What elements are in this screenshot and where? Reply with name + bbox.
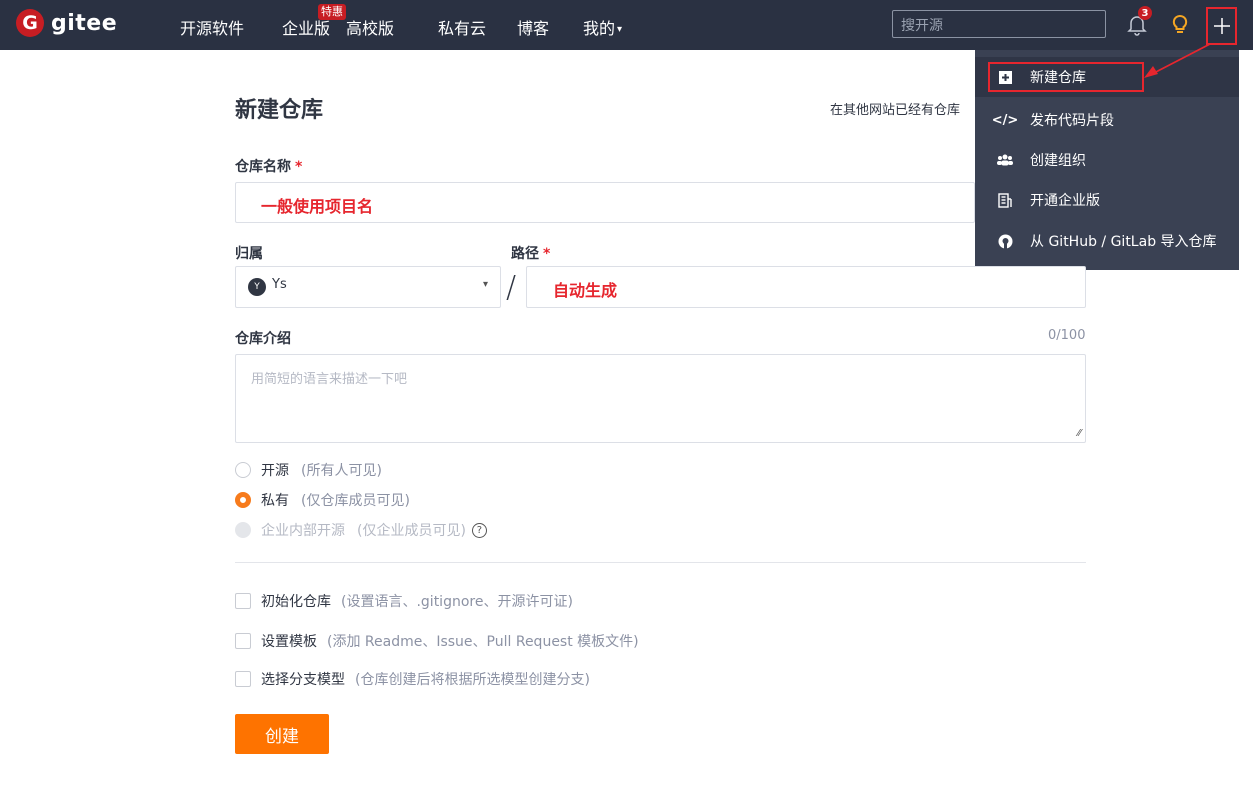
repo-name-label-text: 仓库名称 [235,159,291,175]
description-label: 仓库介绍 [235,331,291,347]
checkbox[interactable] [235,633,251,649]
annotation-arrow-icon [1144,43,1211,78]
create-button[interactable]: 创建 [235,714,329,754]
repo-name-label: 仓库名称 * [235,156,302,176]
repo-name-annotation: 一般使用项目名 [261,197,374,216]
checkbox[interactable] [235,671,251,687]
page-title: 新建仓库 [235,98,324,123]
resize-handle-icon[interactable]: ⁄⁄ [1078,428,1081,439]
nav-private-cloud[interactable]: 私有云 [438,15,486,39]
option-label: 初始化仓库 [261,594,331,610]
path-label: 路径 * [511,243,550,263]
owner-label: 归属 [235,246,263,262]
owner-select[interactable]: Y Ys ▾ [235,266,501,308]
option-hint: (仓库创建后将根据所选模型创建分支) [355,672,590,688]
nav-opensource[interactable]: 开源软件 [180,15,244,39]
nav-university[interactable]: 高校版 [346,15,394,39]
description-placeholder: 用简短的语言来描述一下吧 [251,372,408,387]
path-label-text: 路径 [511,246,539,262]
owner-name: Ys [272,277,287,292]
nav-mine[interactable]: 我的 ▾ [583,15,622,39]
option-init-repo[interactable]: 初始化仓库 (设置语言、.gitignore、开源许可证) [235,591,573,611]
description-counter: 0/100 [1048,328,1086,343]
menu-item-label: 发布代码片段 [1030,113,1114,129]
radio-public[interactable]: 开源 (所有人可见) [235,460,382,480]
repo-name-input[interactable]: 一般使用项目名 [235,182,975,223]
annotation-highlight-box [988,62,1144,92]
radio-private[interactable]: 私有 (仅仓库成员可见) [235,490,410,510]
path-annotation: 自动生成 [553,281,618,300]
menu-item-label: 开通企业版 [1030,193,1100,209]
path-input[interactable]: 自动生成 [526,266,1086,308]
radio-button-checked[interactable] [235,492,251,508]
radio-hint: (所有人可见) [301,463,382,479]
required-mark: * [295,159,303,175]
section-divider [235,562,1086,563]
checkbox[interactable] [235,593,251,609]
import-repo-hint[interactable]: 在其他网站已经有仓库 [830,99,974,118]
promo-badge: 特惠 [318,4,346,20]
option-hint: (设置语言、.gitignore、开源许可证) [341,594,573,610]
menu-item-enterprise[interactable]: 开通企业版 [975,180,1239,220]
description-textarea[interactable]: 用简短的语言来描述一下吧 ⁄⁄ [235,354,1086,443]
code-icon: </> [991,112,1019,128]
avatar: Y [248,278,266,296]
nav-blog[interactable]: 博客 [517,15,549,39]
menu-item-import-repo[interactable]: 从 GitHub / GitLab 导入仓库 [975,221,1239,261]
radio-button[interactable] [235,462,251,478]
nav-mine-label: 我的 [583,19,616,38]
radio-label: 开源 [261,463,289,479]
caret-down-icon: ▾ [482,279,488,290]
option-template[interactable]: 设置模板 (添加 Readme、Issue、Pull Request 模板文件) [235,631,639,651]
option-hint: (添加 Readme、Issue、Pull Request 模板文件) [327,634,639,650]
group-icon [997,152,1013,168]
top-navbar: G gitee 开源软件 企业版 特惠 高校版 私有云 博客 我的 ▾ 搜开源 3 [0,0,1253,50]
gitee-logo-text: gitee [51,10,118,36]
menu-item-label: 从 GitHub / GitLab 导入仓库 [1030,234,1217,250]
plus-icon [1214,18,1230,34]
option-label: 选择分支模型 [261,672,345,688]
building-icon [997,192,1013,208]
menu-item-publish-snippet[interactable]: </> 发布代码片段 [975,100,1239,140]
github-icon [997,233,1013,249]
chevron-down-icon: ▾ [617,24,623,35]
option-branch-model[interactable]: 选择分支模型 (仓库创建后将根据所选模型创建分支) [235,669,590,689]
menu-item-label: 创建组织 [1030,153,1086,169]
option-label: 设置模板 [261,634,317,650]
radio-button-disabled [235,522,251,538]
radio-enterprise-internal: 企业内部开源 (仅企业成员可见) ? [235,520,487,540]
radio-label: 企业内部开源 [261,523,345,539]
lightbulb-icon[interactable] [1170,13,1190,37]
help-icon[interactable]: ? [471,522,487,538]
radio-label: 私有 [261,493,289,509]
gitee-logo-icon: G [16,9,44,37]
radio-hint: (仅仓库成员可见) [301,493,410,509]
radio-hint: (仅企业成员可见) [357,523,466,539]
notification-count-badge: 3 [1138,6,1152,20]
search-input[interactable]: 搜开源 [892,10,1106,38]
required-mark: * [543,246,551,262]
menu-item-create-org[interactable]: 创建组织 [975,140,1239,180]
path-separator: / [506,270,517,305]
gitee-logo[interactable]: G gitee [16,9,117,37]
